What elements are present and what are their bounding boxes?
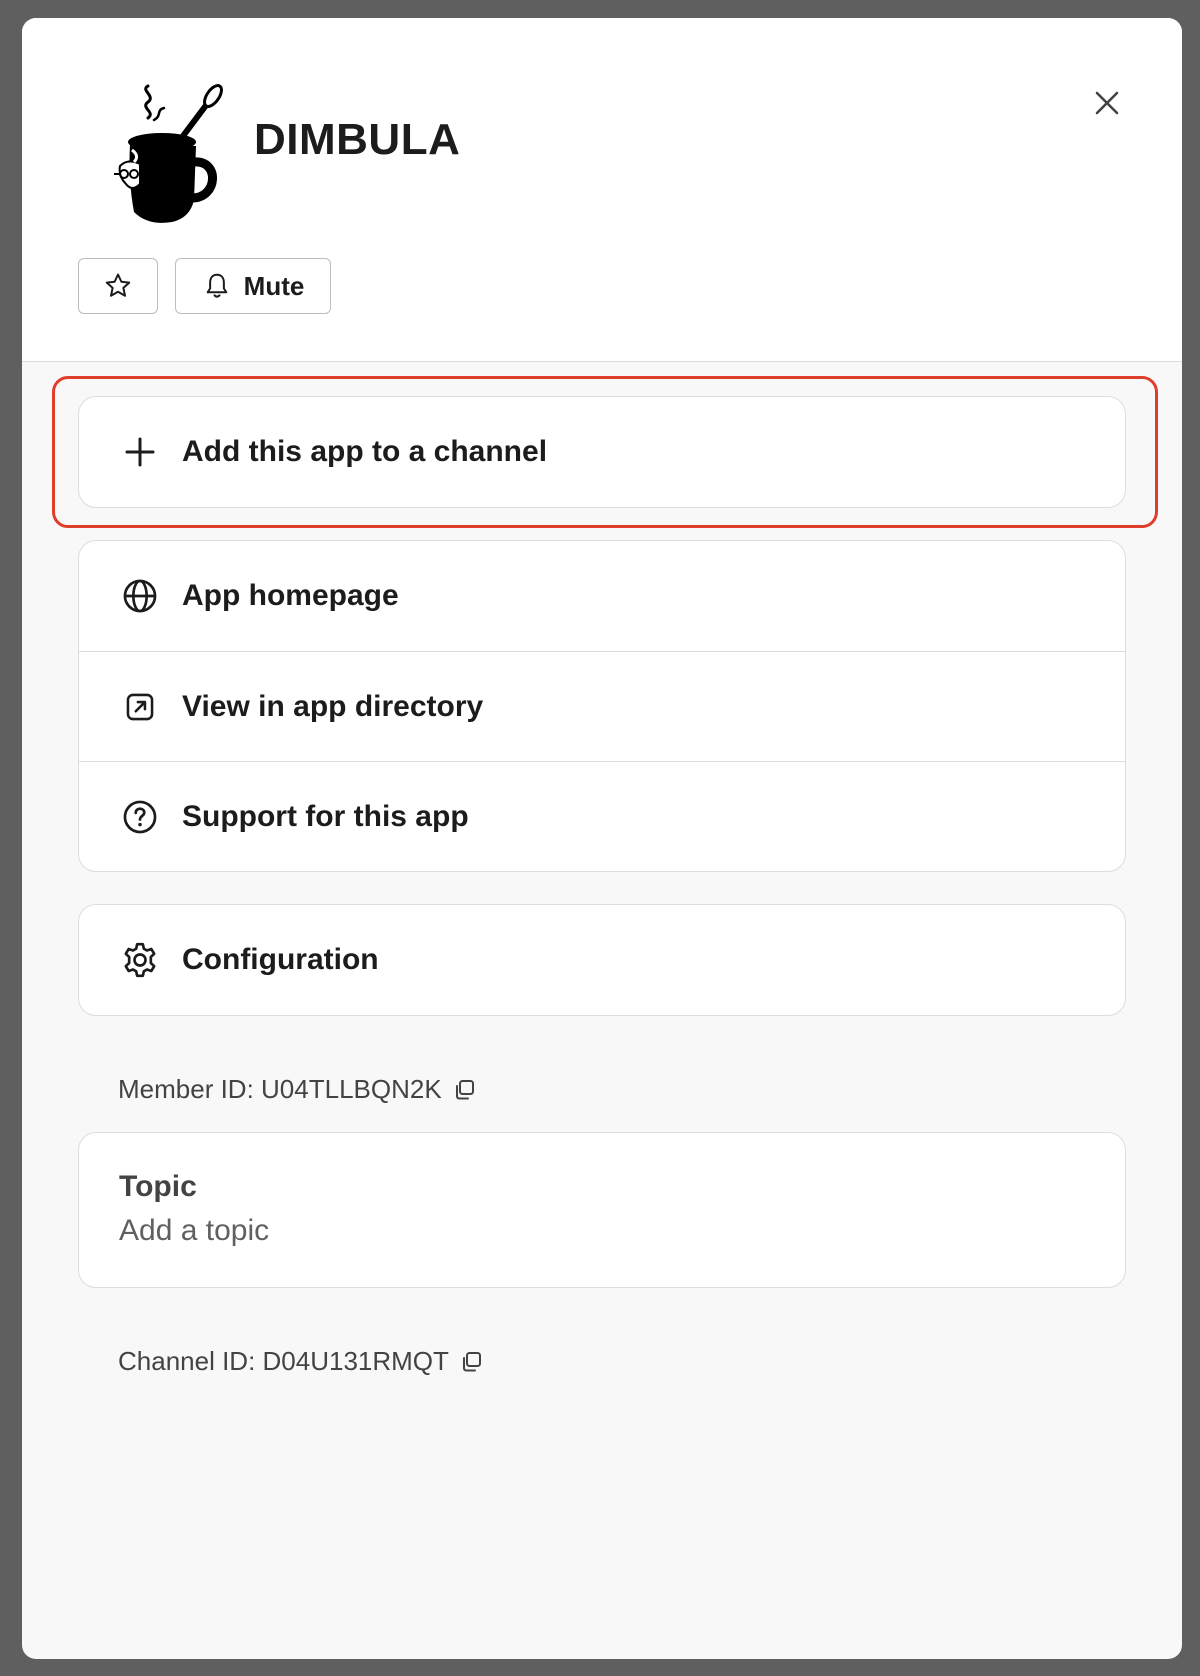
view-in-app-directory-link[interactable]: View in app directory xyxy=(79,651,1125,761)
channel-id-line: Channel ID: D04U131RMQT xyxy=(118,1346,483,1377)
question-circle-icon xyxy=(119,796,161,838)
bell-icon xyxy=(206,273,228,298)
copy-icon xyxy=(462,1351,481,1371)
app-links-card: App homepage View in app directory Suppo… xyxy=(78,540,1126,872)
add-app-card: Add this app to a channel xyxy=(78,396,1126,508)
configuration-label: Configuration xyxy=(182,943,379,976)
member-id-line: Member ID: U04TLLBQN2K xyxy=(118,1074,476,1105)
topic-card[interactable]: Topic Add a topic xyxy=(78,1132,1126,1288)
star-icon xyxy=(105,273,131,297)
copy-channel-id-button[interactable] xyxy=(459,1350,483,1374)
star-button[interactable] xyxy=(78,258,158,314)
support-for-app-link[interactable]: Support for this app xyxy=(79,761,1125,871)
close-icon xyxy=(1095,91,1119,115)
topic-value: Add a topic xyxy=(119,1214,270,1247)
view-in-app-directory-label: View in app directory xyxy=(182,689,484,723)
app-logo xyxy=(114,84,223,223)
external-link-icon xyxy=(119,686,161,728)
add-app-label: Add this app to a channel xyxy=(182,435,548,468)
plus-icon xyxy=(119,431,161,473)
app-name: DIMBULA xyxy=(254,115,461,164)
member-id-text: Member ID: U04TLLBQN2K xyxy=(118,1074,442,1104)
mute-label: Mute xyxy=(243,270,305,301)
add-app-to-channel-button[interactable]: Add this app to a channel xyxy=(79,397,1125,507)
modal-header: DIMBULA Mute xyxy=(22,18,1182,362)
configuration-card: Configuration xyxy=(78,904,1126,1016)
gear-icon xyxy=(119,939,161,981)
channel-id-text: Channel ID: D04U131RMQT xyxy=(118,1346,449,1376)
app-homepage-label: App homepage xyxy=(182,579,399,612)
mute-button[interactable]: Mute xyxy=(175,258,331,314)
topic-title: Topic xyxy=(119,1170,197,1203)
configuration-button[interactable]: Configuration xyxy=(79,905,1125,1015)
app-homepage-link[interactable]: App homepage xyxy=(79,541,1125,651)
copy-member-id-button[interactable] xyxy=(452,1078,476,1102)
globe-icon xyxy=(119,575,161,617)
close-button[interactable] xyxy=(1082,78,1132,128)
copy-icon xyxy=(455,1079,474,1099)
support-for-app-label: Support for this app xyxy=(182,799,469,833)
app-details-modal: DIMBULA Mute Add this app to a channel A… xyxy=(22,18,1182,1659)
